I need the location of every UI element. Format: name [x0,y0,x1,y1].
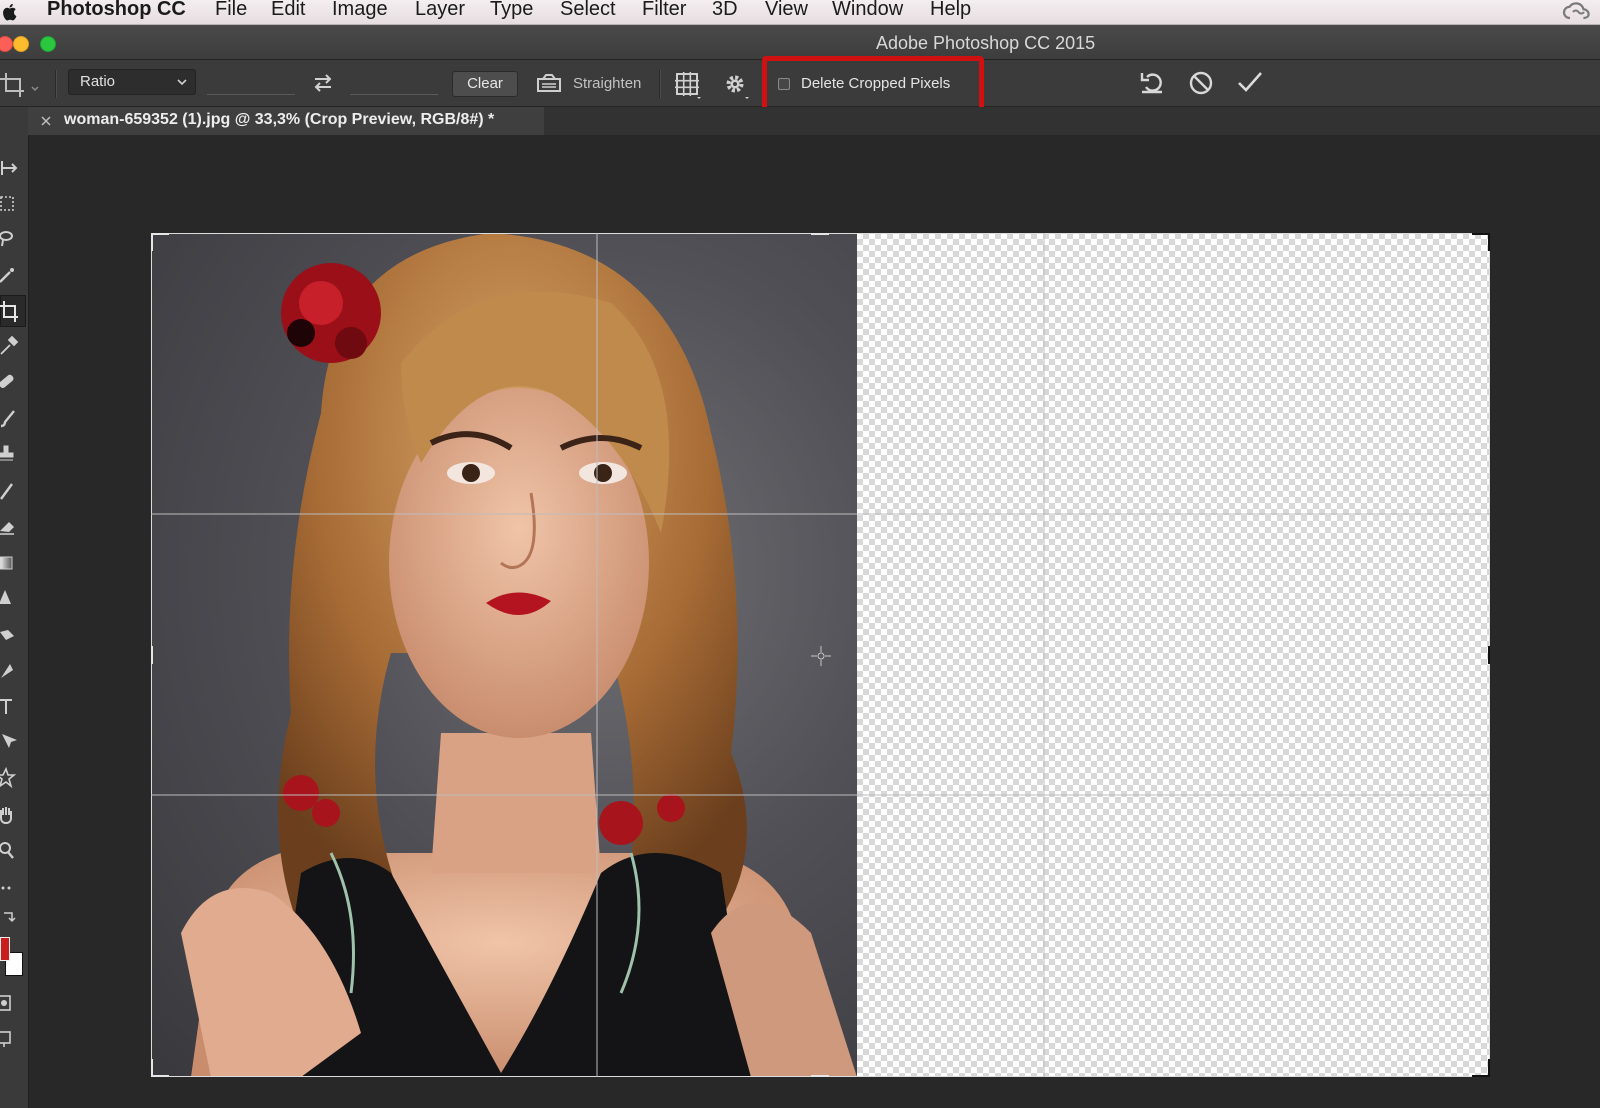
menu-file[interactable]: File [215,0,247,21]
clear-button[interactable]: Clear [452,71,518,97]
marquee-tool-icon[interactable] [0,191,22,217]
menu-filter[interactable]: Filter [642,0,686,21]
blur-tool-icon[interactable] [0,586,22,612]
chevron-down-icon [177,79,187,86]
quick-mask-icon[interactable] [0,990,22,1016]
clone-stamp-tool-icon[interactable] [0,441,22,467]
checkmark-icon[interactable] [1235,68,1265,98]
options-bar: Ratio Clear Straighten Delete Cropped Pi… [0,60,1600,107]
more-tools-icon[interactable] [0,875,22,901]
delete-cropped-pixels-label[interactable]: Delete Cropped Pixels [801,75,950,92]
menu-bar: Photoshop CC File Edit Image Layer Type … [0,0,1600,25]
close-tab-icon[interactable] [38,113,54,129]
close-window-button[interactable] [0,36,13,52]
menu-view[interactable]: View [765,0,808,21]
straighten-button[interactable]: Straighten [573,75,641,92]
type-tool-icon[interactable] [0,694,22,720]
path-selection-tool-icon[interactable] [0,730,22,756]
title-bar: Adobe Photoshop CC 2015 [0,25,1600,60]
gradient-tool-icon[interactable] [0,550,22,576]
menu-help[interactable]: Help [930,0,971,21]
swap-colors-icon[interactable] [0,907,22,933]
crop-area[interactable] [151,233,1490,1077]
menu-type[interactable]: Type [490,0,533,21]
reset-icon[interactable] [1138,68,1168,98]
quick-selection-tool-icon[interactable] [0,262,22,288]
lasso-tool-icon[interactable] [0,226,22,252]
apple-icon[interactable] [0,1,20,23]
zoom-window-button[interactable] [40,36,56,52]
menu-select[interactable]: Select [560,0,616,21]
hand-tool-icon[interactable] [0,802,22,828]
move-tool-icon[interactable] [0,155,22,181]
document-tab[interactable]: woman-659352 (1).jpg @ 33,3% (Crop Previ… [28,107,544,135]
crop-tool-icon[interactable] [0,298,22,324]
history-brush-tool-icon[interactable] [0,477,22,503]
eyedropper-tool-icon[interactable] [0,333,22,359]
height-field[interactable] [350,72,438,95]
menu-window[interactable]: Window [832,0,903,21]
crop-icon[interactable] [0,71,40,97]
zoom-tool-icon[interactable] [0,838,22,864]
width-field[interactable] [207,72,295,95]
document-tab-title: woman-659352 (1).jpg @ 33,3% (Crop Previ… [64,111,495,128]
delete-cropped-pixels-checkbox[interactable] [778,78,790,90]
brush-tool-icon[interactable] [0,405,22,431]
separator [659,70,661,98]
gear-icon[interactable] [722,70,752,100]
shape-tool-icon[interactable] [0,766,22,792]
crop-grid-overlay [151,233,1490,1077]
foreground-color-swatch[interactable] [0,937,10,961]
dodge-tool-icon[interactable] [0,622,22,648]
minimize-window-button[interactable] [13,36,29,52]
document-tab-bar: woman-659352 (1).jpg @ 33,3% (Crop Previ… [28,107,1600,135]
grid-overlay-icon[interactable] [673,70,703,100]
separator [55,70,57,98]
cancel-icon[interactable] [1186,68,1216,98]
eraser-tool-icon[interactable] [0,513,22,539]
menu-image[interactable]: Image [332,0,388,21]
swap-arrows-icon[interactable] [310,70,336,96]
ratio-select[interactable]: Ratio [68,69,196,95]
healing-brush-tool-icon[interactable] [0,369,22,395]
window-title: Adobe Photoshop CC 2015 [876,33,1096,53]
menu-edit[interactable]: Edit [271,0,305,21]
menu-layer[interactable]: Layer [415,0,465,21]
toolbox [0,107,29,1108]
app-name-menu[interactable]: Photoshop CC [47,0,186,21]
screen-mode-icon[interactable] [0,1026,22,1052]
straighten-icon[interactable] [535,71,563,95]
menu-3d[interactable]: 3D [712,0,738,21]
creative-cloud-icon[interactable] [1560,1,1594,23]
crop-center-icon [811,646,831,666]
ratio-select-value: Ratio [80,73,116,90]
pen-tool-icon[interactable] [0,658,22,684]
